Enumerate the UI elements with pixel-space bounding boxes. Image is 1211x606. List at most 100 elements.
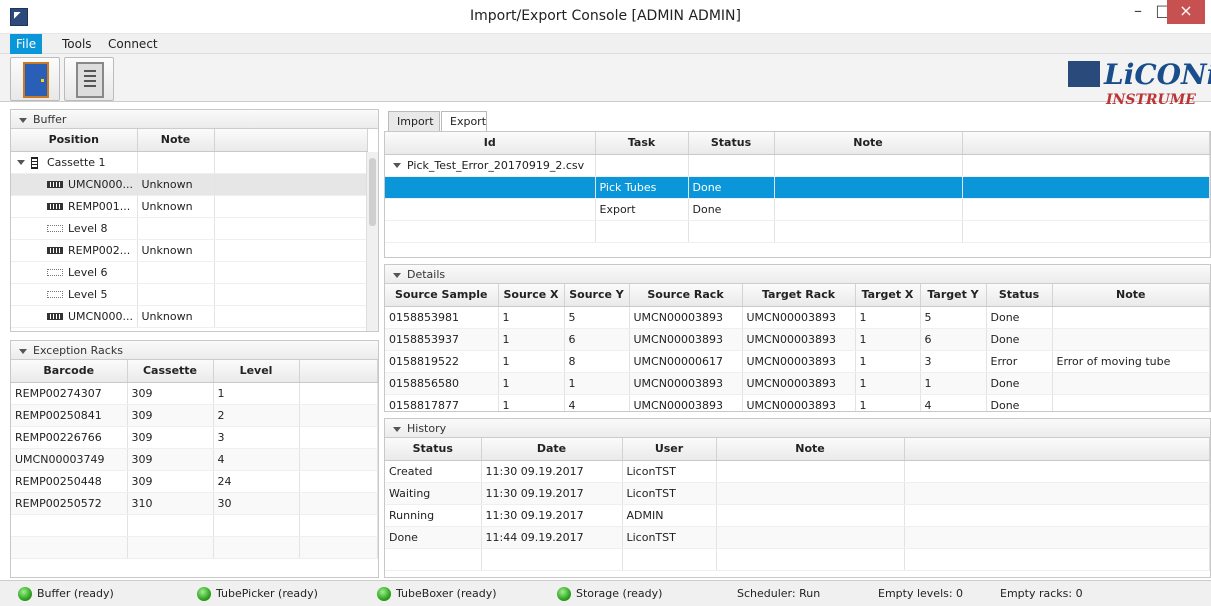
- column-header-source-rack[interactable]: Source Rack: [629, 284, 743, 307]
- tree-row[interactable]: REMP002... Unknown: [11, 239, 368, 262]
- table-row[interactable]: 0158819522 1 8 UMCN00000617 UMCN00003893 1 3 Er…: [385, 350, 1210, 373]
- window-title: Import/Export Console [ADMIN ADMIN]: [470, 8, 741, 24]
- rack-icon: [76, 62, 104, 98]
- buffer-tree: Position Note Cassette 1 UMCN000... Unkn…: [11, 129, 368, 328]
- column-header-status[interactable]: Status: [986, 284, 1053, 307]
- history-header[interactable]: History: [385, 419, 1210, 438]
- table-row[interactable]: 0158856580 1 1 UMCN00003893 UMCN00003893 1 1 Do…: [385, 372, 1210, 395]
- cassette-icon: [31, 156, 38, 169]
- status-empty-racks: Empty racks: 0: [1000, 587, 1083, 600]
- status-scheduler: Scheduler: Run: [737, 587, 821, 600]
- table-row[interactable]: Running 11:30 09.19.2017 ADMIN: [385, 504, 1210, 527]
- tree-row[interactable]: UMCN000... Unknown: [11, 305, 368, 328]
- column-header-note[interactable]: Note: [774, 132, 963, 155]
- table-row[interactable]: REMP00250448 309 24: [11, 470, 378, 493]
- tree-row[interactable]: Level 8: [11, 217, 368, 240]
- table-row[interactable]: REMP00250572 310 30: [11, 492, 378, 515]
- table-row[interactable]: REMP00274307 309 1: [11, 382, 378, 405]
- details-header[interactable]: Details: [385, 265, 1210, 284]
- empty-row: [385, 220, 1210, 243]
- column-header-target-x[interactable]: Target X: [855, 284, 921, 307]
- task-row[interactable]: Pick Tubes Done: [385, 176, 1210, 199]
- rack-view-button[interactable]: [64, 57, 114, 101]
- door-icon: [23, 62, 49, 98]
- column-header-status[interactable]: Status: [688, 132, 775, 155]
- empty-level-icon: [47, 269, 63, 276]
- column-header-cassette[interactable]: Cassette: [127, 360, 214, 383]
- task-row[interactable]: Export Done: [385, 198, 1210, 221]
- column-header-id[interactable]: Id: [385, 132, 596, 155]
- scroll-thumb[interactable]: [369, 158, 376, 226]
- exception-table: Barcode Cassette Level REMP00274307 309 1 …: [11, 360, 378, 559]
- history-table: Status Date User Note Created 11:30 09.19…: [385, 438, 1210, 571]
- collapse-icon: [19, 348, 27, 354]
- table-row[interactable]: REMP00226766 309 3: [11, 426, 378, 449]
- task-table: Id Task Status Note Pick_Test_Error_2017…: [385, 132, 1210, 243]
- table-row[interactable]: 0158853981 1 5 UMCN00003893 UMCN00003893 1 5 Do…: [385, 306, 1210, 329]
- column-header-source-sample[interactable]: Source Sample: [385, 284, 499, 307]
- column-header-user[interactable]: User: [622, 438, 717, 461]
- column-header-barcode[interactable]: Barcode: [11, 360, 128, 383]
- expand-icon[interactable]: [17, 160, 25, 165]
- column-header-note[interactable]: Note: [1052, 284, 1210, 307]
- column-header-source-y[interactable]: Source Y: [564, 284, 630, 307]
- column-header-target-rack[interactable]: Target Rack: [742, 284, 856, 307]
- status-led-icon: [18, 587, 32, 601]
- column-header-filler: [299, 360, 378, 383]
- table-row[interactable]: UMCN00003749 309 4: [11, 448, 378, 471]
- collapse-icon: [393, 272, 401, 278]
- tree-row[interactable]: Level 6: [11, 261, 368, 284]
- rack-icon: [47, 313, 63, 320]
- title-bar: Import/Export Console [ADMIN ADMIN] – □ …: [0, 0, 1211, 34]
- menu-tools[interactable]: Tools: [56, 34, 98, 54]
- rack-icon: [47, 181, 63, 188]
- tree-row-cassette[interactable]: Cassette 1: [11, 151, 368, 174]
- status-storage: Storage (ready): [557, 586, 662, 602]
- rack-icon: [47, 247, 63, 254]
- column-header-status[interactable]: Status: [385, 438, 482, 461]
- column-header-target-y[interactable]: Target Y: [920, 284, 987, 307]
- status-empty-levels: Empty levels: 0: [878, 587, 964, 600]
- column-header-note[interactable]: Note: [716, 438, 905, 461]
- table-row[interactable]: Created 11:30 09.19.2017 LiconTST: [385, 460, 1210, 483]
- tree-row[interactable]: REMP001... Unknown: [11, 195, 368, 218]
- empty-level-icon: [47, 225, 63, 232]
- column-header-date[interactable]: Date: [481, 438, 623, 461]
- status-led-icon: [557, 587, 571, 601]
- status-led-icon: [197, 587, 211, 601]
- tree-row[interactable]: UMCN000... Unknown: [11, 173, 368, 196]
- expand-icon[interactable]: [393, 163, 401, 168]
- menu-bar: File Tools Connect: [0, 34, 1211, 54]
- menu-connect[interactable]: Connect: [102, 34, 164, 54]
- column-header-position[interactable]: Position: [11, 129, 138, 152]
- collapse-icon: [19, 117, 27, 123]
- table-row[interactable]: REMP00250841 309 2: [11, 404, 378, 427]
- exit-button[interactable]: [10, 57, 60, 101]
- liconic-logo: LiCONi INSTRUME: [1068, 61, 1211, 108]
- empty-level-icon: [47, 291, 63, 298]
- column-header-level[interactable]: Level: [213, 360, 300, 383]
- buffer-header[interactable]: Buffer: [11, 110, 378, 129]
- table-row[interactable]: Waiting 11:30 09.19.2017 LiconTST: [385, 482, 1210, 505]
- task-file-row[interactable]: Pick_Test_Error_20170919_2.csv: [385, 154, 1210, 177]
- column-header-source-x[interactable]: Source X: [498, 284, 565, 307]
- rack-icon: [47, 203, 63, 210]
- close-button[interactable]: ×: [1167, 0, 1205, 24]
- buffer-panel: Buffer Position Note Cassette 1 UMCN000.…: [10, 109, 379, 332]
- table-row[interactable]: 0158853937 1 6 UMCN00003893 UMCN00003893 1 6 Do…: [385, 328, 1210, 351]
- tree-row[interactable]: Level 5: [11, 283, 368, 306]
- details-panel: Details Source Sample Source X Source Y …: [384, 264, 1211, 412]
- column-header-note[interactable]: Note: [137, 129, 215, 152]
- status-buffer: Buffer (ready): [18, 586, 114, 602]
- tab-import[interactable]: Import: [388, 111, 440, 132]
- buffer-scrollbar[interactable]: [366, 152, 378, 331]
- table-row[interactable]: Done 11:44 09.19.2017 LiconTST: [385, 526, 1210, 549]
- exception-header[interactable]: Exception Racks: [11, 341, 378, 360]
- table-row[interactable]: 0158817877 1 4 UMCN00003893 UMCN00003893 1 4 Do…: [385, 394, 1210, 411]
- column-header-task[interactable]: Task: [595, 132, 689, 155]
- tab-export[interactable]: Export: [441, 111, 487, 133]
- column-header-filler: [214, 129, 368, 152]
- status-bar: Buffer (ready) TubePicker (ready) TubeBo…: [0, 580, 1211, 606]
- task-panel: Id Task Status Note Pick_Test_Error_2017…: [384, 131, 1211, 258]
- menu-file[interactable]: File: [10, 34, 43, 54]
